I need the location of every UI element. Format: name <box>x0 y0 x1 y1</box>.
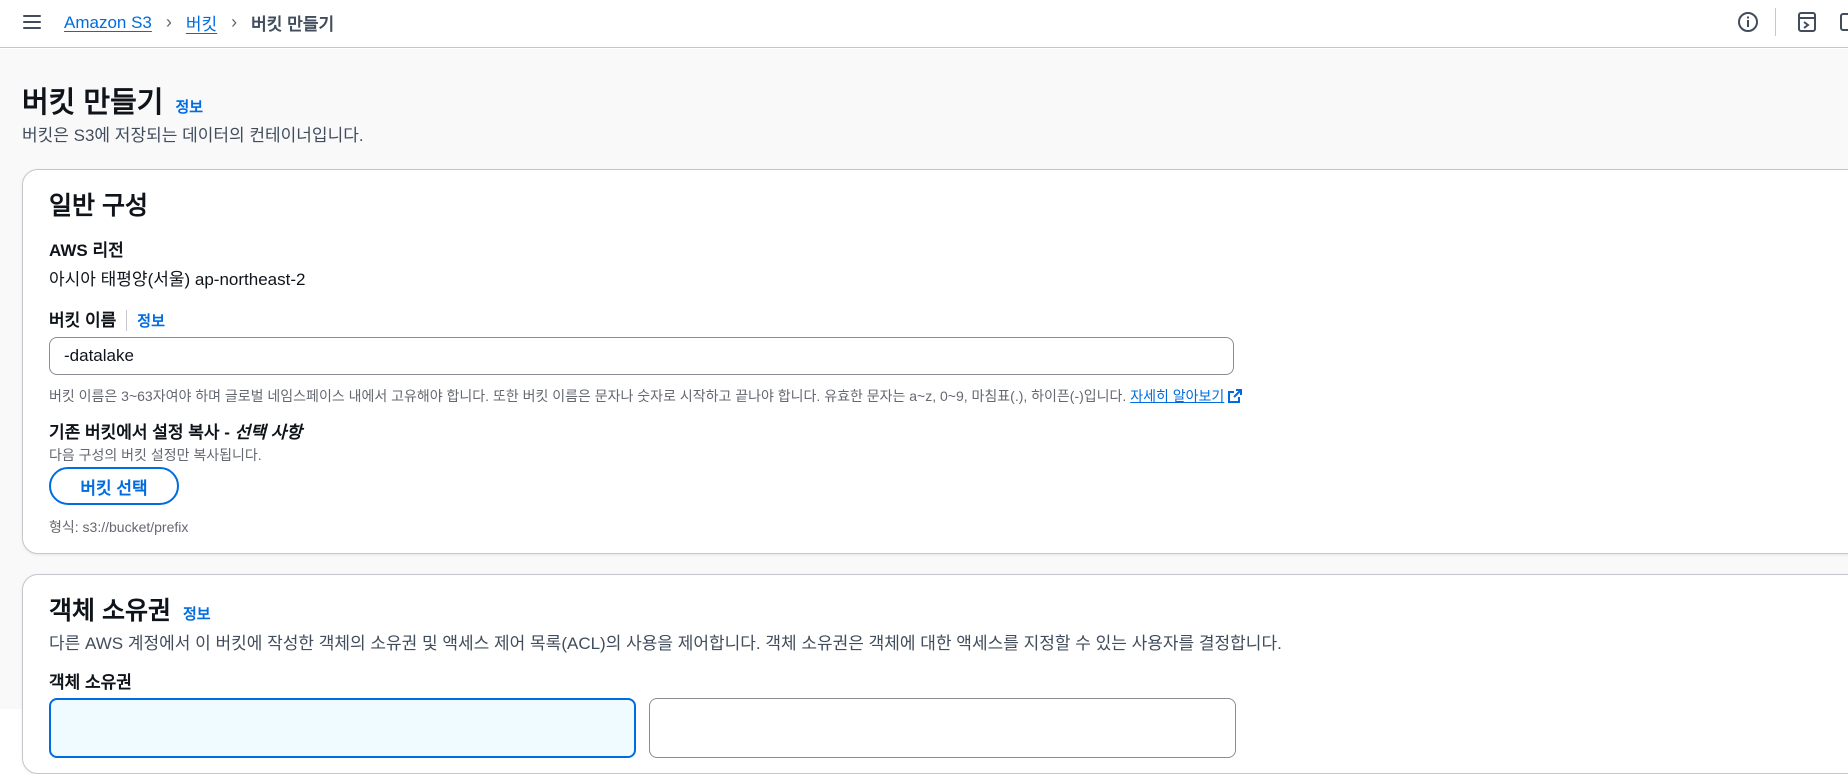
page-description: 버킷은 S3에 저장되는 데이터의 컨테이너입니다. <box>22 126 364 145</box>
bucket-name-input[interactable] <box>49 337 1234 375</box>
bucket-name-label-row: 버킷 이름 정보 <box>49 306 165 331</box>
copy-settings-label-text: 기존 버킷에서 설정 복사 - <box>49 423 230 442</box>
object-ownership-title: 객체 소유권 <box>49 597 171 625</box>
hamburger-menu-icon[interactable] <box>20 11 44 35</box>
object-ownership-description: 다른 AWS 계정에서 이 버킷에 작성한 객체의 소유권 및 액세스 제어 목… <box>49 634 1282 653</box>
general-configuration-title: 일반 구성 <box>49 192 148 220</box>
learn-more-label[interactable]: 자세히 알아보기 <box>1130 388 1224 404</box>
breadcrumb-buckets-link[interactable]: 버킷 <box>186 10 217 35</box>
general-configuration-panel: 일반 구성 AWS 리전 아시아 태평양(서울) ap-northeast-2 … <box>22 169 1848 554</box>
copy-settings-description: 다음 구성의 버킷 설정만 복사됩니다. <box>49 447 262 463</box>
bucket-name-info-link[interactable]: 정보 <box>126 310 165 331</box>
panel-toggle-icon[interactable] <box>1795 10 1819 34</box>
page-title: 버킷 만들기 <box>22 87 164 119</box>
object-ownership-header: 객체 소유권 정보 <box>49 591 211 627</box>
help-panel-icon[interactable] <box>1838 10 1848 34</box>
breadcrumb: Amazon S3 › 버킷 › 버킷 만들기 <box>64 10 334 35</box>
external-link-icon <box>1228 389 1243 406</box>
aws-region-label: AWS 리전 <box>49 241 124 260</box>
copy-settings-label: 기존 버킷에서 설정 복사 - 선택 사항 <box>49 418 302 443</box>
object-ownership-info-link[interactable]: 정보 <box>183 603 211 624</box>
chevron-right-icon: › <box>231 12 238 32</box>
acl-disabled-option-tile[interactable] <box>49 698 636 758</box>
breadcrumb-amazon-s3-link[interactable]: Amazon S3 <box>64 13 152 33</box>
aws-region-value: 아시아 태평양(서울) ap-northeast-2 <box>49 270 306 289</box>
info-circle-icon[interactable] <box>1736 10 1760 34</box>
object-ownership-field-label: 객체 소유권 <box>49 673 132 692</box>
main-content: 버킷 만들기 정보 버킷은 S3에 저장되는 데이터의 컨테이너입니다. 일반 … <box>0 49 1848 774</box>
bucket-name-hint-text: 버킷 이름은 3~63자여야 하며 글로벌 네임스페이스 내에서 고유해야 합니… <box>49 388 1127 404</box>
breadcrumb-current: 버킷 만들기 <box>251 15 335 34</box>
format-hint: 형식: s3://bucket/prefix <box>49 519 189 535</box>
acl-enabled-option-tile[interactable] <box>649 698 1236 758</box>
page-info-link[interactable]: 정보 <box>175 96 203 117</box>
bucket-name-hint: 버킷 이름은 3~63자여야 하며 글로벌 네임스페이스 내에서 고유해야 합니… <box>49 386 1243 406</box>
optional-marker: 선택 사항 <box>234 423 302 442</box>
topbar-divider <box>1775 8 1776 36</box>
learn-more-link[interactable]: 자세히 알아보기 <box>1130 388 1243 406</box>
object-ownership-panel: 객체 소유권 정보 다른 AWS 계정에서 이 버킷에 작성한 객체의 소유권 … <box>22 574 1848 774</box>
chevron-right-icon: › <box>165 12 172 32</box>
top-navigation-bar: Amazon S3 › 버킷 › 버킷 만들기 <box>0 0 1848 48</box>
choose-bucket-button[interactable]: 버킷 선택 <box>49 467 179 505</box>
page-header: 버킷 만들기 정보 <box>22 79 203 121</box>
bucket-name-label: 버킷 이름 <box>49 311 117 330</box>
